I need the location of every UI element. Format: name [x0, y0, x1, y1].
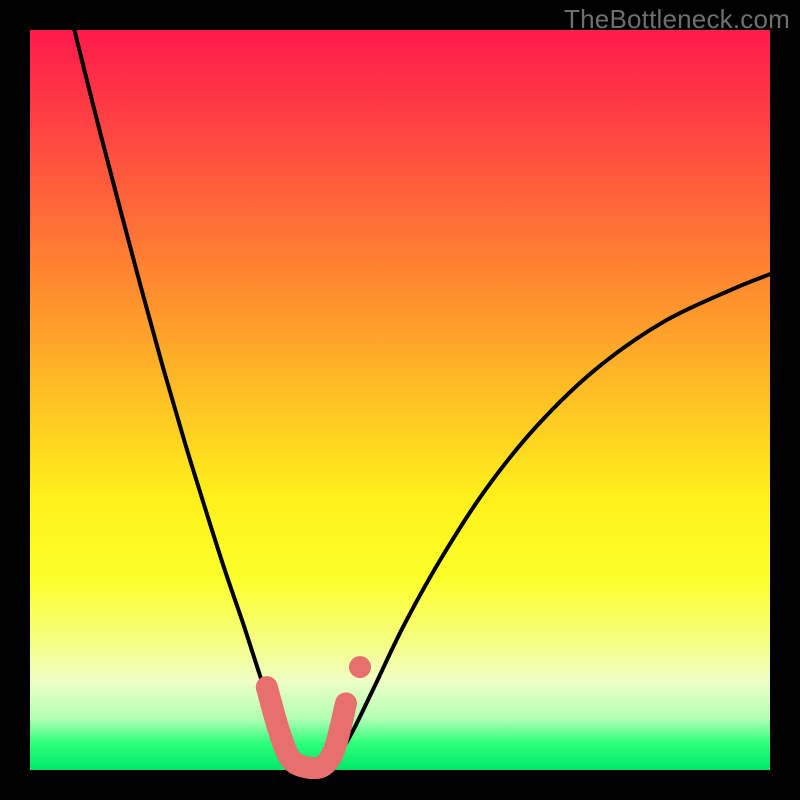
chart-frame: TheBottleneck.com — [0, 0, 800, 800]
curve-left — [74, 30, 300, 768]
curve-layer — [30, 30, 770, 770]
curve-right — [330, 274, 770, 768]
valley-marker — [267, 687, 346, 768]
valley-marker-dot — [349, 656, 371, 678]
